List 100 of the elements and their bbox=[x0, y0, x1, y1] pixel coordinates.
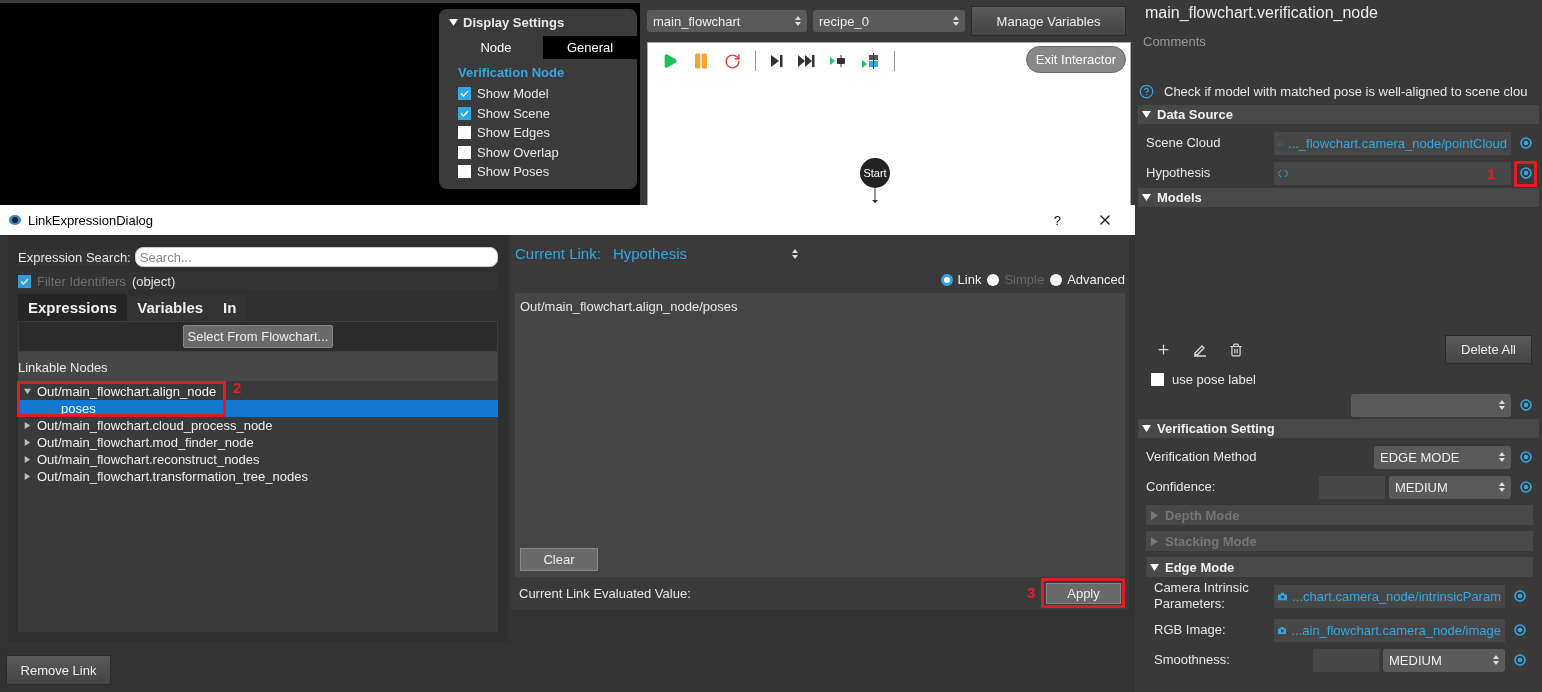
mode-radio[interactable]: Link bbox=[940, 272, 982, 287]
level-select[interactable]: MEDIUM bbox=[1383, 648, 1505, 672]
link-field[interactable]: ...chart.camera_node/intrinsicParam bbox=[1274, 584, 1505, 608]
dialog-tab[interactable]: In bbox=[213, 294, 247, 321]
mode-radio[interactable]: Advanced bbox=[1050, 272, 1125, 287]
spinner-arrows-icon bbox=[1499, 452, 1505, 462]
restart-icon[interactable] bbox=[724, 52, 741, 70]
link-target-icon bbox=[1514, 624, 1526, 636]
apply-button[interactable]: Apply bbox=[1046, 583, 1121, 604]
play-icon[interactable] bbox=[662, 53, 678, 69]
link-target-icon bbox=[1514, 590, 1526, 602]
section-header[interactable]: Verification Setting bbox=[1138, 419, 1539, 438]
search-field[interactable]: Search... bbox=[134, 247, 498, 267]
link-target-icon bbox=[1520, 481, 1532, 493]
expand-triangle-icon bbox=[1142, 193, 1151, 202]
tree-item[interactable]: Out/main_flowchart.transformation_tree_nodes bbox=[18, 468, 312, 485]
settings-tab[interactable]: Node bbox=[449, 36, 543, 59]
evaluated-value-label: Current Link Evaluated Value: bbox=[519, 586, 691, 601]
property-label: Camera Intrinsic Parameters: bbox=[1154, 579, 1250, 613]
link-target-icon bbox=[1520, 137, 1532, 149]
manage-variables-button[interactable]: Manage Variables bbox=[971, 6, 1126, 36]
current-link-label: Current Link: bbox=[515, 245, 601, 262]
clear-button[interactable]: Clear bbox=[520, 548, 598, 571]
link-button[interactable] bbox=[1520, 167, 1532, 179]
subsection-header[interactable]: Edge Mode bbox=[1146, 557, 1533, 577]
code-brackets-icon bbox=[1278, 169, 1288, 177]
link-button[interactable] bbox=[1520, 137, 1532, 149]
checkbox[interactable] bbox=[458, 87, 471, 101]
link-button[interactable] bbox=[1520, 399, 1532, 411]
checkbox[interactable] bbox=[458, 106, 471, 120]
checkbox-label: Show Edges bbox=[477, 125, 550, 141]
spinner-arrows-icon bbox=[1499, 400, 1505, 410]
annotation-number: 3 bbox=[1027, 584, 1036, 601]
trash-icon[interactable] bbox=[1229, 342, 1243, 357]
exit-interactor-button[interactable]: Exit Interactor bbox=[1025, 46, 1126, 73]
expand-triangle-icon bbox=[24, 456, 31, 463]
section-header[interactable]: Models bbox=[1138, 188, 1539, 207]
tree-header: Linkable Nodes bbox=[18, 360, 108, 375]
expand-triangle-icon bbox=[24, 388, 31, 395]
run-node-icon[interactable] bbox=[862, 53, 880, 69]
delete-all-button[interactable]: Delete All bbox=[1445, 335, 1532, 364]
link-button[interactable] bbox=[1514, 624, 1526, 636]
link-field[interactable]: ..._flowchart.camera_node/pointCloud bbox=[1274, 131, 1511, 155]
add-icon[interactable] bbox=[1156, 342, 1171, 357]
current-link-select[interactable]: Hypothesis bbox=[612, 245, 798, 262]
help-button[interactable]: ? bbox=[1053, 212, 1061, 228]
spinner-arrows-icon bbox=[1493, 655, 1499, 665]
link-button[interactable] bbox=[1514, 590, 1526, 602]
fast-forward-icon[interactable] bbox=[798, 55, 816, 67]
select-from-flowchart-button[interactable]: Select From Flowchart... bbox=[182, 325, 334, 348]
camera-icon bbox=[1278, 591, 1288, 601]
step-icon[interactable] bbox=[770, 55, 784, 67]
tree-item[interactable]: Out/main_flowchart.reconstruct_nodes bbox=[18, 451, 264, 468]
checkbox[interactable] bbox=[1151, 373, 1164, 386]
dialog-tab[interactable]: Expressions bbox=[18, 294, 128, 321]
run-to-node-icon[interactable] bbox=[830, 55, 848, 67]
property-label: Smoothness: bbox=[1154, 651, 1231, 669]
node-title: main_flowchart.verification_node bbox=[1144, 3, 1379, 23]
comments-field[interactable]: Comments bbox=[1143, 34, 1206, 49]
section-title: Verification Node bbox=[458, 65, 566, 80]
checkbox[interactable] bbox=[458, 165, 471, 179]
checkbox[interactable] bbox=[458, 126, 471, 140]
checkbox-label: Show Scene bbox=[477, 105, 550, 121]
link-target-icon bbox=[1514, 654, 1526, 666]
tree-item[interactable]: Out/main_flowchart.mod_finder_node bbox=[18, 434, 258, 451]
link-button[interactable] bbox=[1520, 451, 1532, 463]
flowchart-select[interactable]: main_flowchart bbox=[647, 10, 807, 32]
tree-item[interactable]: Out/main_flowchart.align_node bbox=[18, 383, 221, 400]
expand-triangle-icon bbox=[1150, 562, 1159, 572]
level-select[interactable]: MEDIUM bbox=[1389, 475, 1511, 499]
expand-triangle-icon bbox=[1150, 536, 1159, 546]
link-field[interactable]: ...ain_flowchart.camera_node/image bbox=[1274, 618, 1505, 642]
recipe-select[interactable]: recipe_0 bbox=[813, 10, 965, 32]
link-field[interactable] bbox=[1274, 161, 1511, 185]
settings-tab[interactable]: General bbox=[543, 36, 637, 59]
connector-arrow bbox=[872, 188, 878, 203]
remove-link-button[interactable]: Remove Link bbox=[6, 655, 111, 685]
panel-title[interactable]: Display Settings bbox=[449, 15, 627, 30]
spinner-arrows-icon bbox=[795, 16, 801, 26]
dialog-tab[interactable]: Variables bbox=[127, 294, 214, 321]
link-target-icon bbox=[1520, 451, 1532, 463]
expand-triangle-icon bbox=[24, 473, 31, 480]
tree-item[interactable]: Out/main_flowchart.cloud_process_node bbox=[18, 417, 277, 434]
property-label: Verification Method bbox=[1146, 448, 1258, 466]
property-label: Hypothesis bbox=[1146, 164, 1212, 182]
expand-triangle-icon bbox=[24, 422, 31, 429]
annotation-number: 2 bbox=[233, 379, 242, 396]
checkbox[interactable] bbox=[458, 145, 471, 159]
expand-triangle-icon bbox=[1150, 510, 1159, 520]
expression-text: Out/main_flowchart.align_node/poses bbox=[520, 299, 739, 314]
link-button[interactable] bbox=[1514, 654, 1526, 666]
code-brackets-icon bbox=[1278, 139, 1284, 147]
start-node: Start bbox=[860, 158, 890, 188]
checkbox-label: Filter Identifiers bbox=[37, 273, 126, 289]
filter-type: (object) bbox=[131, 273, 176, 289]
link-target-icon bbox=[1520, 167, 1532, 179]
section-header[interactable]: Data Source bbox=[1138, 105, 1539, 124]
link-button[interactable] bbox=[1520, 481, 1532, 493]
expression-editor[interactable]: Out/main_flowchart.align_node/poses Clear bbox=[515, 293, 1125, 577]
method-select[interactable]: EDGE MODE bbox=[1374, 445, 1511, 469]
